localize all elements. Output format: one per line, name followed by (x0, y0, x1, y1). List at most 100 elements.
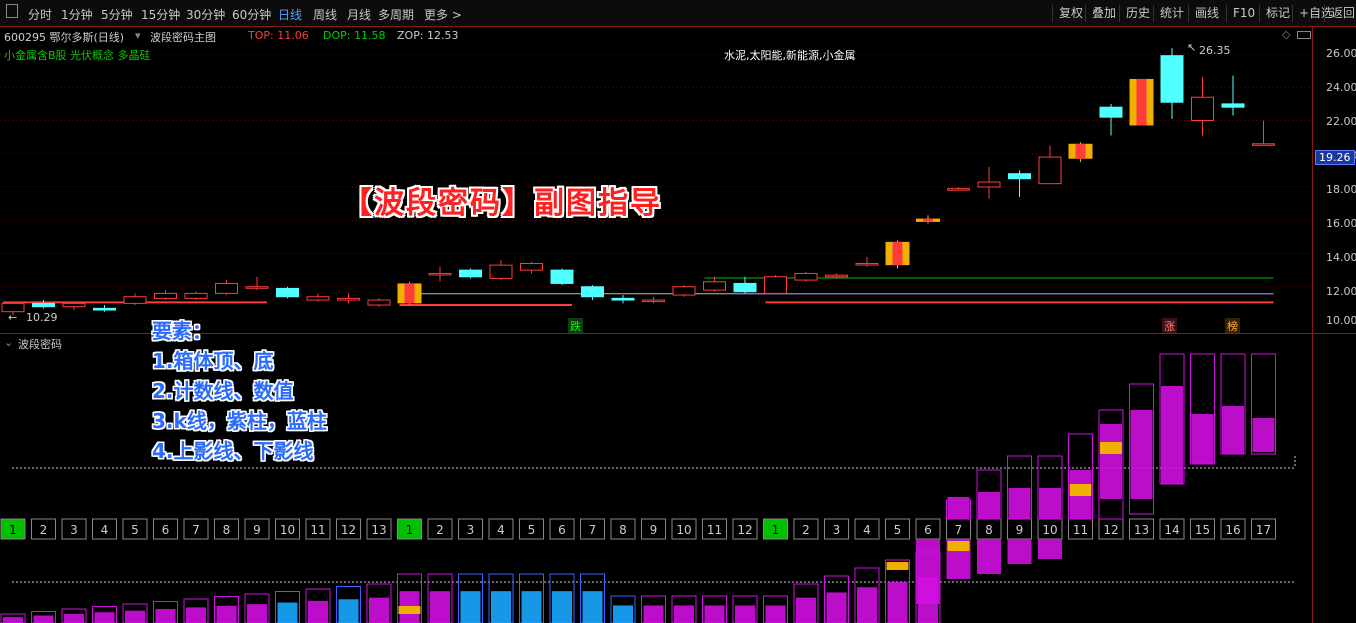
counter-value: 12 (341, 523, 356, 537)
candle-body (855, 262, 879, 266)
purple-bar (978, 492, 1000, 519)
blue-bar (491, 591, 511, 623)
low-marker-arrow-icon: ← (8, 311, 18, 324)
candle-body (794, 272, 818, 281)
period-tab[interactable]: 60分钟 (232, 6, 271, 23)
candle-body-stripe (404, 283, 415, 304)
period-tab[interactable]: 5分钟 (101, 6, 133, 23)
counter-value: 6 (924, 523, 932, 537)
counter-value: 3 (833, 523, 841, 537)
counter-value: 2 (802, 523, 810, 537)
purple-bar (977, 539, 1001, 574)
candle-body-stripe (1136, 78, 1147, 126)
counter-value: 4 (101, 523, 109, 537)
purple-bar (186, 607, 206, 623)
purple-bar (1222, 406, 1244, 454)
candle-body (1191, 96, 1214, 121)
blue-bar (521, 591, 542, 623)
zhang-marker[interactable]: 涨 (1162, 318, 1177, 334)
counter-value: 12 (737, 523, 752, 537)
period-tab[interactable]: 日线 (278, 6, 302, 23)
title-overlay: 【波段密码】副图指导 (342, 186, 662, 221)
axis-divider (1312, 26, 1313, 623)
main-chart[interactable] (0, 27, 1356, 333)
counter-value: 13 (371, 523, 386, 537)
toolbar-button[interactable]: F10 (1226, 5, 1255, 22)
period-tab[interactable]: 多周期 (378, 6, 414, 23)
toolbar-button[interactable]: 复权 (1052, 5, 1083, 22)
period-tab[interactable]: 15分钟 (141, 6, 180, 23)
candle-body (184, 292, 208, 299)
candle-body (367, 299, 391, 306)
purple-bar (826, 592, 847, 623)
counter-value: 12 (1103, 523, 1118, 537)
counter-value: 5 (894, 523, 902, 537)
period-tab[interactable]: 周线 (313, 6, 337, 23)
toolbar-button[interactable]: 历史 (1119, 5, 1150, 22)
candle-body (947, 188, 970, 191)
purple-bar (3, 617, 23, 623)
toolbar-button[interactable]: 叠加 (1085, 5, 1116, 22)
counter-value: 17 (1256, 523, 1271, 537)
blue-bar (582, 591, 603, 623)
period-tab[interactable]: 分时 (28, 6, 52, 23)
candle-body (733, 282, 757, 293)
counter-value: 8 (223, 523, 231, 537)
purple-bar (1130, 410, 1153, 499)
counter-value: 1 (772, 523, 780, 537)
toolbar-button[interactable]: 统计 (1153, 5, 1184, 22)
period-tab[interactable]: 更多 > (424, 6, 462, 23)
candle-body (1099, 106, 1123, 118)
candle-body (520, 262, 543, 271)
counter-value: 4 (497, 523, 505, 537)
purple-bar (1100, 424, 1122, 499)
candle-body-stripe (923, 218, 933, 222)
purple-bar (125, 610, 145, 623)
die-marker[interactable]: 跌 (568, 318, 583, 334)
counter-value: 1 (406, 523, 414, 537)
elements-item: 2.计数线、数值 (152, 379, 294, 403)
gold-mark (398, 606, 421, 614)
toolbar-button[interactable]: 返回 (1324, 5, 1355, 22)
high-price-marker: 26.35 (1199, 44, 1231, 57)
purple-bar (765, 605, 786, 623)
candle-body (337, 297, 360, 301)
counter-value: 9 (1016, 523, 1024, 537)
counter-value: 8 (985, 523, 993, 537)
counter-value: 1 (9, 523, 17, 537)
purple-bar (1191, 414, 1214, 464)
counter-value: 5 (131, 523, 139, 537)
candle-body (459, 269, 482, 278)
purple-bar (155, 609, 176, 623)
candle-body (276, 287, 299, 298)
gold-mark (1069, 484, 1092, 496)
candle-body (825, 274, 848, 278)
candle-body (642, 299, 665, 303)
purple-bar (947, 497, 970, 519)
candle-body (154, 292, 177, 299)
purple-bar (369, 597, 389, 623)
candle-body (245, 286, 269, 289)
purple-bar (64, 613, 84, 623)
purple-bar (643, 605, 664, 623)
candle-body (1008, 173, 1031, 180)
purple-bar (247, 604, 267, 623)
counter-value: 2 (40, 523, 48, 537)
purple-bar (674, 605, 694, 623)
candle-body (703, 281, 726, 291)
candle-body (215, 282, 238, 294)
purple-bar (1039, 488, 1061, 519)
candle-body (428, 272, 452, 276)
period-tab[interactable]: 1分钟 (61, 6, 93, 23)
period-tab[interactable]: 30分钟 (186, 6, 225, 23)
menu-icon[interactable] (6, 4, 18, 18)
counter-value: 4 (863, 523, 871, 537)
purple-bar (1161, 386, 1183, 484)
counter-value: 7 (192, 523, 200, 537)
period-tab[interactable]: 月线 (347, 6, 371, 23)
purple-bar (796, 597, 816, 623)
candle-body (977, 181, 1001, 188)
toolbar-button[interactable]: 画线 (1188, 5, 1219, 22)
toolbar-button[interactable]: 标记 (1259, 5, 1290, 22)
bang-marker[interactable]: 榜 (1225, 318, 1240, 334)
